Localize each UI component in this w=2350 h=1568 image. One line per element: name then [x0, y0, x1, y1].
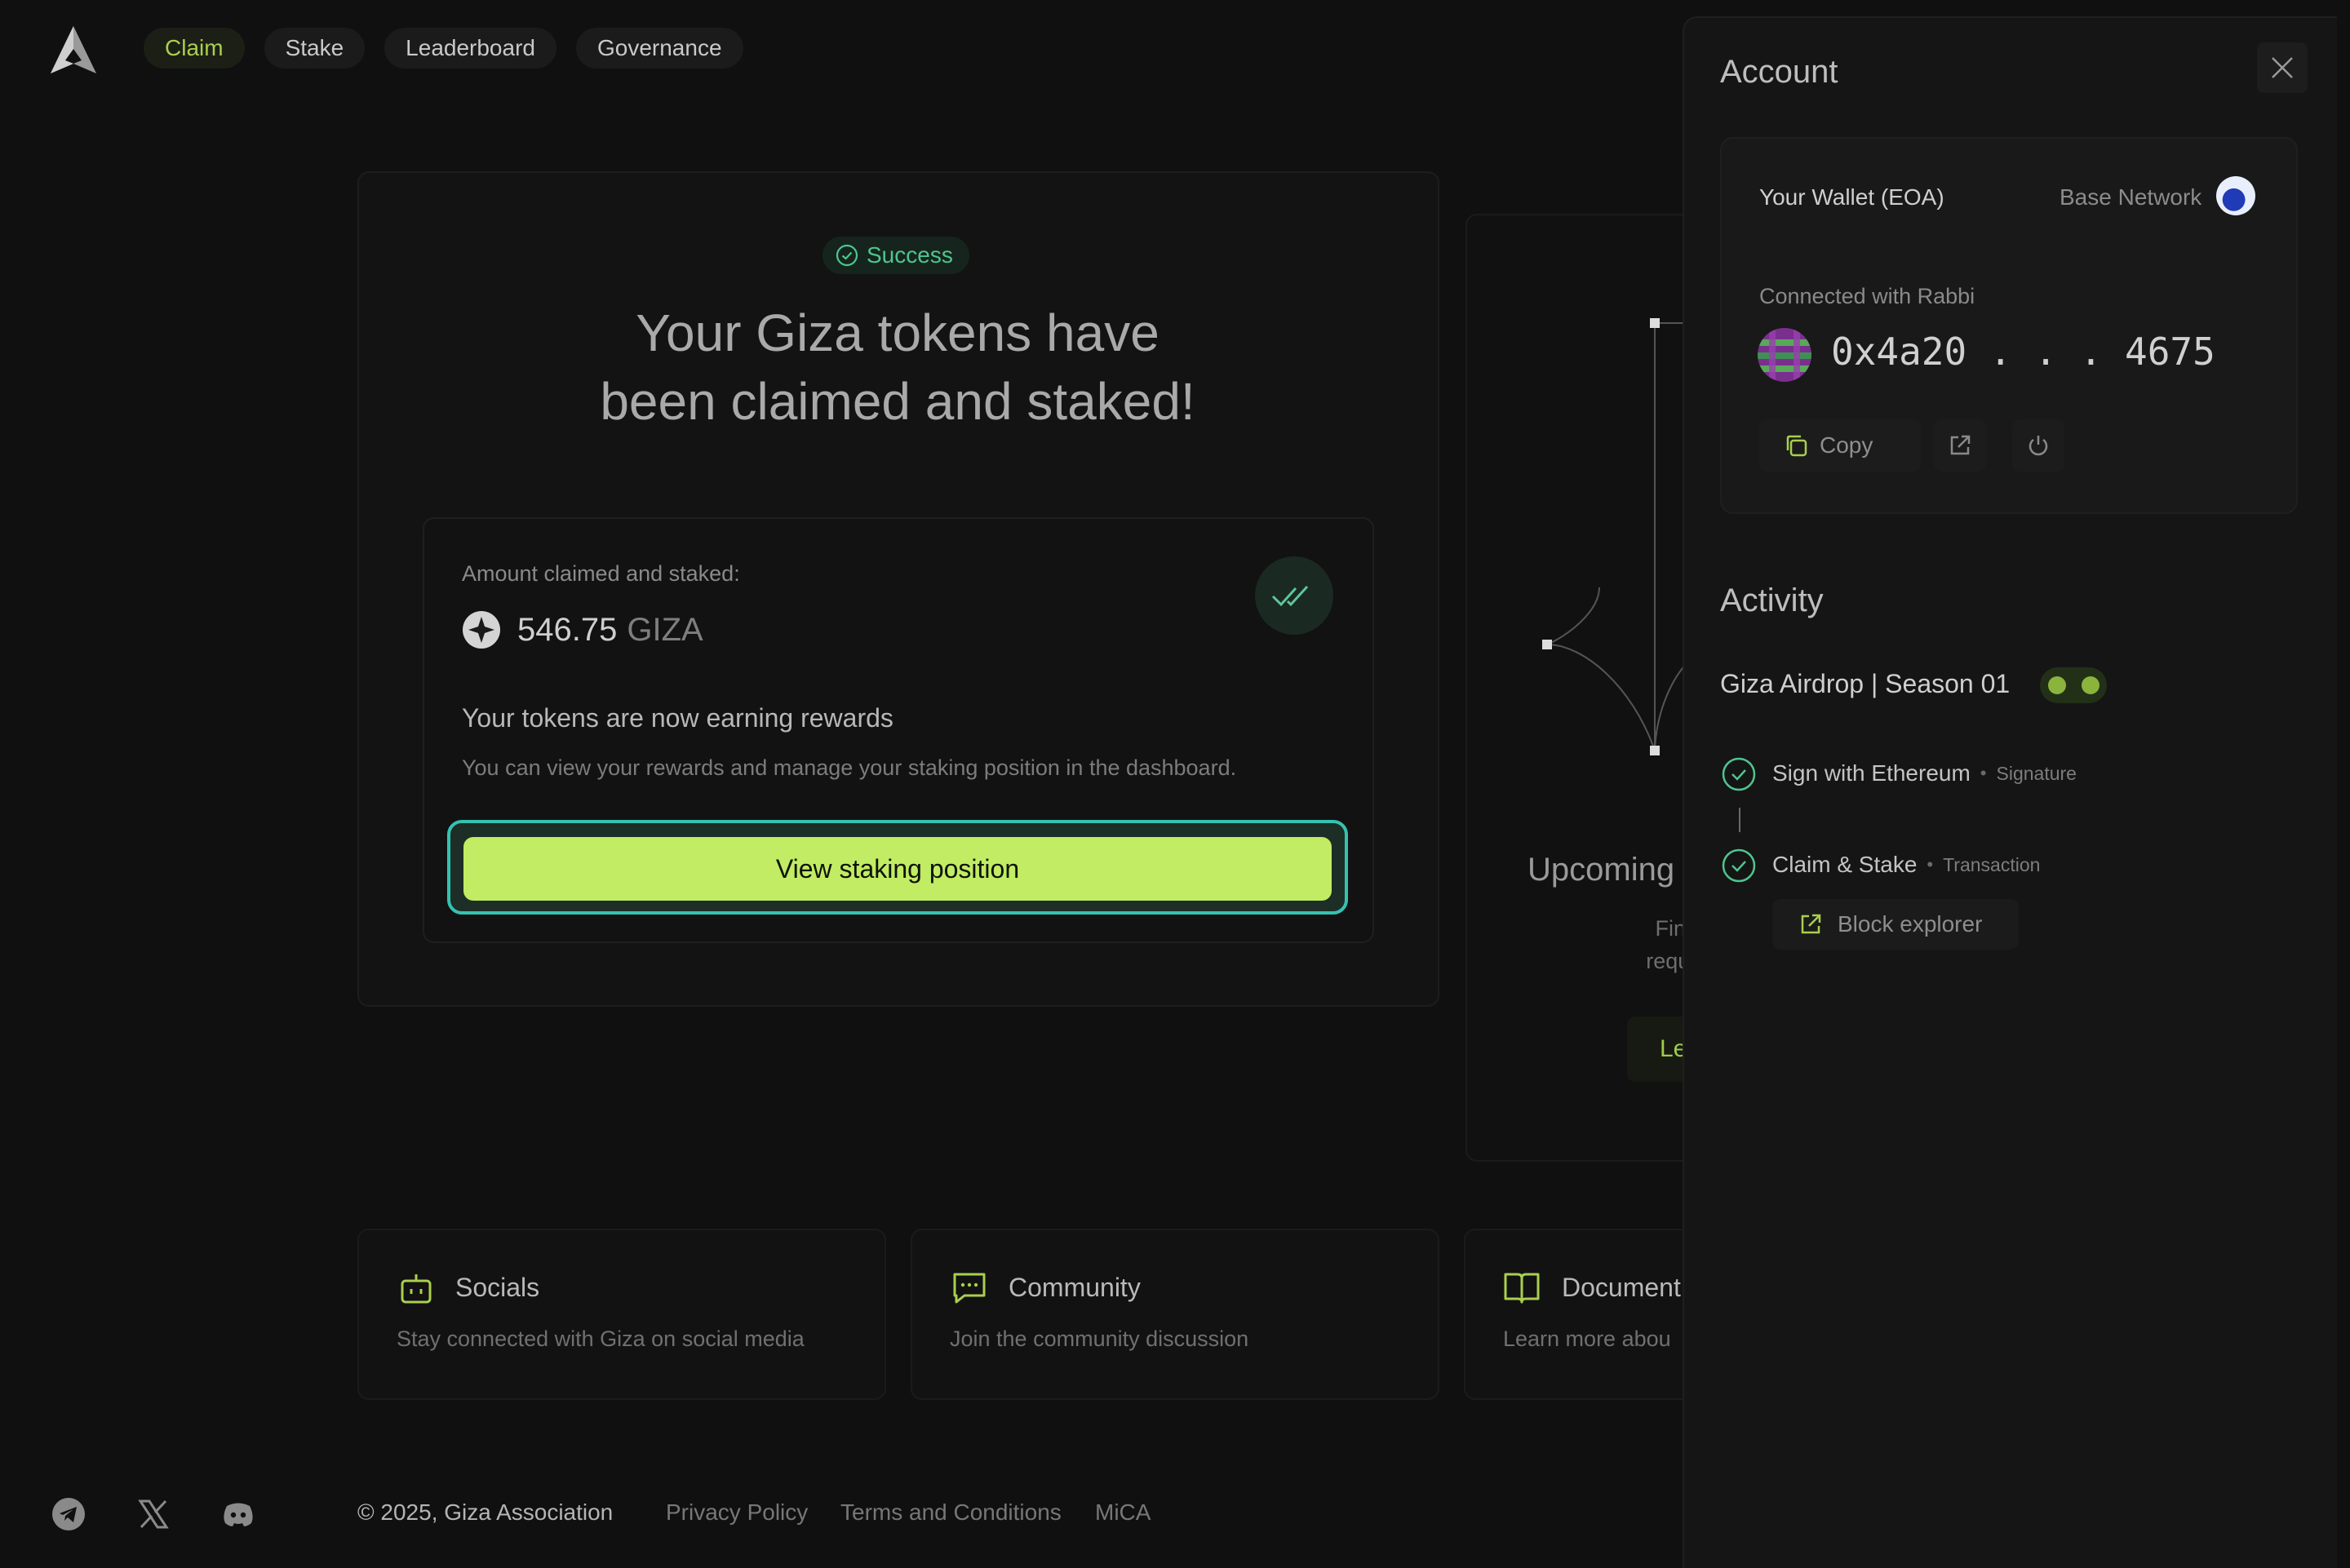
tab-leaderboard[interactable]: Leaderboard	[384, 28, 556, 69]
step-type: Signature	[1997, 763, 2077, 785]
mica-link[interactable]: MiCA	[1095, 1499, 1151, 1526]
step-connector	[1739, 808, 1740, 832]
external-link-icon	[1798, 912, 1823, 937]
documentation-description: Learn more abou	[1503, 1327, 1671, 1352]
upcoming-title: Upcoming	[1528, 852, 1674, 888]
giza-logo[interactable]	[49, 24, 98, 78]
network-graph-illustration	[1518, 302, 1689, 775]
telegram-icon[interactable]	[51, 1496, 86, 1532]
copyright: © 2025, Giza Association	[357, 1499, 613, 1526]
avatar	[1758, 328, 1811, 382]
activity-title: Activity	[1720, 582, 1824, 619]
power-icon	[2026, 433, 2051, 458]
copy-label: Copy	[1820, 432, 1873, 458]
block-explorer-label: Block explorer	[1838, 911, 1982, 937]
activity-toggle[interactable]	[2040, 667, 2107, 703]
external-link-icon	[1948, 433, 1972, 458]
step-check-icon	[1722, 757, 1756, 791]
documentation-title: Document	[1562, 1273, 1681, 1303]
step-sign-row: Sign with Ethereum • Signature	[1772, 760, 2077, 786]
headline-line-2: been claimed and staked!	[490, 367, 1306, 436]
copy-icon	[1784, 433, 1808, 458]
terms-link[interactable]: Terms and Conditions	[840, 1499, 1062, 1526]
base-network-icon[interactable]	[2216, 176, 2255, 215]
network-name: Base Network	[2060, 184, 2201, 210]
connected-with-label: Connected with Rabbi	[1759, 284, 1975, 309]
double-check-badge	[1255, 556, 1333, 635]
tab-claim[interactable]: Claim	[144, 28, 245, 69]
x-icon[interactable]	[135, 1496, 171, 1532]
giza-token-icon	[462, 610, 501, 649]
socials-card[interactable]	[357, 1229, 886, 1400]
check-circle-icon	[836, 244, 858, 267]
tab-stake[interactable]: Stake	[264, 28, 366, 69]
activity-name: Giza Airdrop | Season 01	[1720, 669, 2010, 699]
amount-value: 546.75	[517, 612, 617, 649]
page-title: Your Giza tokens have been claimed and s…	[490, 299, 1306, 436]
copy-address-button[interactable]: Copy	[1759, 419, 1921, 472]
step-separator: •	[1980, 763, 1987, 784]
step-separator: •	[1927, 854, 1933, 875]
step-title: Claim & Stake	[1772, 852, 1917, 878]
open-explorer-button[interactable]	[1934, 419, 1986, 472]
double-check-icon	[1271, 583, 1317, 608]
close-button[interactable]	[2257, 42, 2308, 93]
step-check-icon	[1722, 848, 1756, 883]
discord-icon[interactable]	[220, 1496, 256, 1532]
community-card[interactable]	[911, 1229, 1439, 1400]
amount-row: 546.75 GIZA	[462, 610, 703, 649]
amount-unit: GIZA	[627, 612, 703, 649]
tab-governance[interactable]: Governance	[576, 28, 743, 69]
account-title: Account	[1720, 54, 1838, 91]
disconnect-button[interactable]	[2012, 419, 2064, 472]
toggle-dot	[2082, 676, 2099, 694]
earning-title: Your tokens are now earning rewards	[462, 703, 893, 733]
step-claim-row: Claim & Stake • Transaction	[1772, 852, 2040, 878]
socials-description: Stay connected with Giza on social media	[397, 1327, 805, 1352]
view-staking-position-button[interactable]: View staking position	[463, 837, 1332, 901]
amount-label: Amount claimed and staked:	[462, 561, 740, 587]
top-nav: Claim Stake Leaderboard Governance	[144, 28, 743, 69]
robot-icon	[398, 1271, 434, 1307]
community-title: Community	[1009, 1273, 1141, 1303]
headline-line-1: Your Giza tokens have	[490, 299, 1306, 367]
toggle-dot	[2048, 676, 2066, 694]
success-badge: Success	[822, 237, 969, 274]
success-badge-label: Success	[867, 242, 953, 268]
community-description: Join the community discussion	[950, 1327, 1248, 1352]
chat-icon	[951, 1269, 987, 1305]
earning-description: You can view your rewards and manage you…	[462, 755, 1236, 781]
block-explorer-button[interactable]: Block explorer	[1772, 899, 2019, 950]
socials-title: Socials	[455, 1273, 539, 1303]
close-icon	[2270, 55, 2295, 80]
wallet-address: 0x4a20 . . . 4675	[1831, 330, 2215, 374]
step-title: Sign with Ethereum	[1772, 760, 1971, 786]
privacy-policy-link[interactable]: Privacy Policy	[666, 1499, 808, 1526]
wallet-label: Your Wallet (EOA)	[1759, 184, 1944, 210]
step-type: Transaction	[1943, 854, 2040, 876]
book-icon	[1503, 1269, 1541, 1305]
